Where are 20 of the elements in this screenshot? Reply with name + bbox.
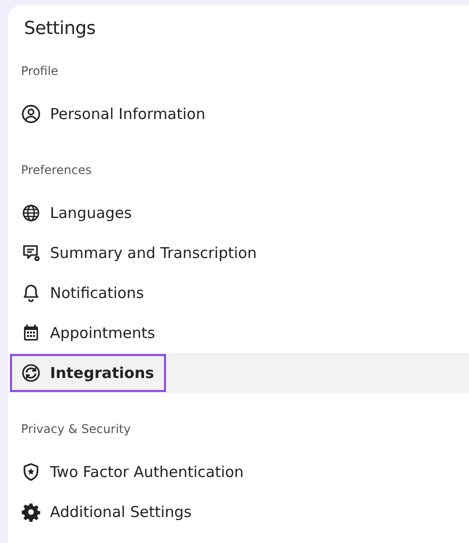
menu-item[interactable]: Integrations — [10, 354, 166, 392]
menu-item[interactable]: Summary and Transcription — [10, 234, 269, 272]
shield-star-icon — [21, 462, 41, 482]
chat-gear-icon — [21, 243, 41, 263]
menu-item[interactable]: Personal Information — [10, 95, 218, 133]
section-label: Profile — [20, 63, 60, 80]
section-label: Preferences — [20, 162, 93, 179]
section-label: Privacy & Security — [20, 421, 132, 438]
person-icon — [21, 104, 41, 124]
calendar-icon — [21, 323, 41, 343]
menu-item[interactable]: Additional Settings — [10, 493, 204, 531]
sync-icon — [21, 363, 41, 383]
panel-title: Settings — [23, 17, 96, 39]
menu-item[interactable]: Notifications — [10, 274, 156, 312]
menu-item[interactable]: Appointments — [10, 314, 168, 352]
menu-item[interactable]: Languages — [10, 194, 144, 232]
settings-icon — [21, 502, 41, 522]
bell-icon — [21, 283, 41, 303]
menu-item[interactable]: Two Factor Authentication — [10, 453, 256, 491]
globe-icon — [21, 203, 41, 223]
